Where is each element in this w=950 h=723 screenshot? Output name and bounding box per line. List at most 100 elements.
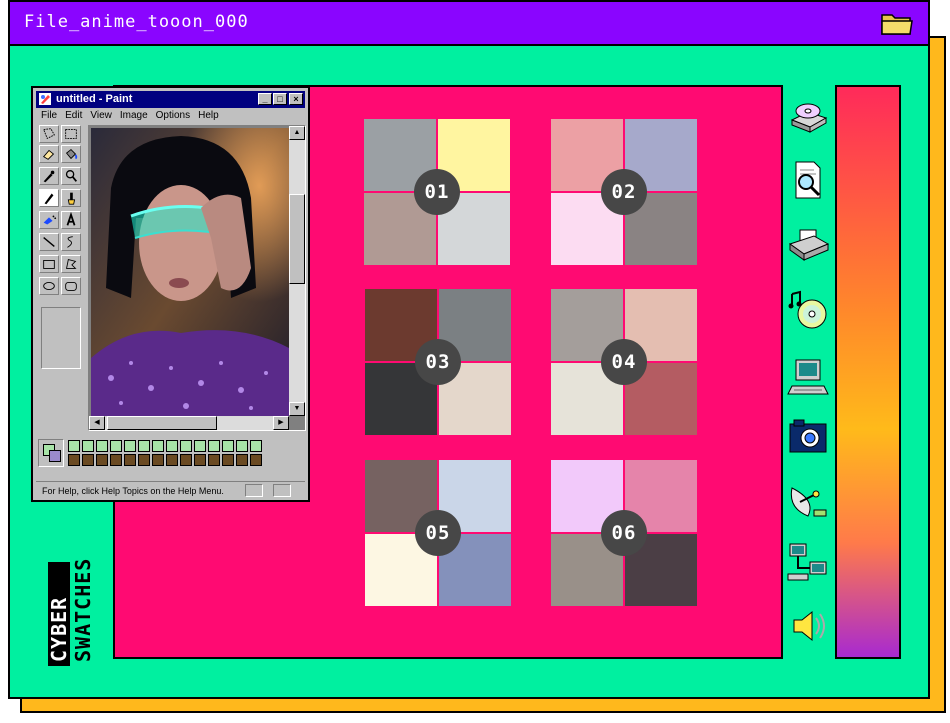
palette-color[interactable] (110, 440, 122, 452)
satellite-dish-icon[interactable] (786, 478, 830, 522)
paint-title-bar[interactable]: untitled - Paint _ □ × (36, 91, 305, 108)
palette-color[interactable] (166, 440, 178, 452)
palette-color[interactable] (82, 454, 94, 466)
palette-color[interactable] (138, 440, 150, 452)
palette-color[interactable] (208, 454, 220, 466)
eraser-icon[interactable] (39, 145, 59, 163)
tool-options-box[interactable] (41, 307, 81, 369)
computer-icon[interactable] (786, 356, 830, 400)
swatch-01[interactable]: 01 (364, 119, 510, 265)
palette-color[interactable] (110, 454, 122, 466)
minimize-button[interactable]: _ (258, 93, 272, 105)
palette-color[interactable] (166, 454, 178, 466)
vertical-scrollbar[interactable]: ▲ ▼ (289, 126, 305, 416)
palette-color[interactable] (96, 440, 108, 452)
scroll-thumb-horizontal[interactable] (107, 416, 217, 430)
palette-color[interactable] (124, 454, 136, 466)
palette-color[interactable] (82, 440, 94, 452)
camera-icon[interactable] (786, 416, 830, 460)
brand-line-2: SWATCHES (71, 558, 95, 662)
palette-color[interactable] (236, 440, 248, 452)
ellipse-tool-icon[interactable] (39, 277, 59, 295)
music-cd-icon[interactable] (786, 288, 830, 332)
paint-canvas[interactable]: ▲ ▼ ◀ ▶ (88, 125, 306, 431)
swatch-06[interactable]: 06 (551, 460, 697, 606)
swatch-number-badge: 02 (601, 169, 647, 215)
document-search-icon[interactable] (786, 158, 830, 202)
speaker-icon[interactable] (786, 604, 830, 648)
pencil-icon[interactable] (39, 189, 59, 207)
palette-color[interactable] (180, 454, 192, 466)
swatch-number-badge: 06 (601, 510, 647, 556)
text-tool-icon[interactable] (61, 211, 81, 229)
palette-color[interactable] (96, 454, 108, 466)
color-palette (38, 439, 268, 469)
swatch-number-badge: 01 (414, 169, 460, 215)
scroll-down-icon[interactable]: ▼ (289, 402, 305, 416)
fill-bucket-icon[interactable] (61, 145, 81, 163)
close-button[interactable]: × (289, 93, 303, 105)
palette-color[interactable] (222, 454, 234, 466)
paint-title: untitled - Paint (56, 93, 133, 105)
cyber-girl-photo (91, 128, 289, 418)
brush-icon[interactable] (61, 189, 81, 207)
swatch-03[interactable]: 03 (365, 289, 511, 435)
palette-color[interactable] (222, 440, 234, 452)
palette-color[interactable] (194, 454, 206, 466)
scroll-thumb[interactable] (289, 194, 305, 284)
scroll-up-icon[interactable]: ▲ (289, 126, 305, 140)
paint-toolbox (39, 125, 85, 295)
menu-edit[interactable]: Edit (65, 110, 82, 121)
free-select-icon[interactable] (39, 125, 59, 143)
folder-icon[interactable] (880, 9, 914, 37)
polygon-tool-icon[interactable] (61, 255, 81, 273)
swatch-05[interactable]: 05 (365, 460, 511, 606)
brand-logo: CYBER SWATCHES (47, 558, 95, 666)
color-picker-icon[interactable] (39, 167, 59, 185)
line-tool-icon[interactable] (39, 233, 59, 251)
menu-view[interactable]: View (90, 110, 112, 121)
menu-options[interactable]: Options (156, 110, 190, 121)
magnifier-icon[interactable] (61, 167, 81, 185)
rectangle-tool-icon[interactable] (39, 255, 59, 273)
status-bar: For Help, click Help Topics on the Help … (36, 481, 305, 499)
cd-drive-icon[interactable] (786, 94, 830, 138)
paint-window[interactable]: untitled - Paint _ □ × File Edit View Image… (31, 86, 310, 502)
palette-color[interactable] (68, 454, 80, 466)
status-panel (245, 484, 263, 497)
rect-select-icon[interactable] (61, 125, 81, 143)
palette-color[interactable] (152, 454, 164, 466)
brand-line-1: CYBER (47, 597, 71, 662)
palette-color[interactable] (236, 454, 248, 466)
swatch-02[interactable]: 02 (551, 119, 697, 265)
palette-color[interactable] (250, 440, 262, 452)
scroll-right-icon[interactable]: ▶ (273, 416, 289, 430)
paint-menu-bar: File Edit View Image Options Help (41, 110, 227, 121)
menu-image[interactable]: Image (120, 110, 148, 121)
airbrush-icon[interactable] (39, 211, 59, 229)
palette-color[interactable] (250, 454, 262, 466)
network-icon[interactable] (786, 540, 830, 584)
curve-tool-icon[interactable] (61, 233, 81, 251)
palette-color[interactable] (208, 440, 220, 452)
printer-icon[interactable] (786, 222, 830, 266)
palette-color[interactable] (138, 454, 150, 466)
paint-app-icon (39, 93, 51, 105)
palette-color[interactable] (152, 440, 164, 452)
palette-color[interactable] (194, 440, 206, 452)
palette-color[interactable] (68, 440, 80, 452)
title-bar[interactable]: File_anime_tooon_000 (10, 2, 928, 46)
swatch-04[interactable]: 04 (551, 289, 697, 435)
palette-color[interactable] (180, 440, 192, 452)
scroll-left-icon[interactable]: ◀ (89, 416, 105, 430)
menu-file[interactable]: File (41, 110, 57, 121)
gradient-sidebar (835, 85, 901, 659)
maximize-button[interactable]: □ (273, 93, 287, 105)
swatch-number-badge: 03 (415, 339, 461, 385)
palette-color[interactable] (124, 440, 136, 452)
current-colors[interactable] (38, 439, 64, 467)
rounded-rect-tool-icon[interactable] (61, 277, 81, 295)
menu-help[interactable]: Help (198, 110, 219, 121)
horizontal-scrollbar[interactable]: ◀ ▶ (89, 416, 289, 430)
window-title: File_anime_tooon_000 (24, 12, 249, 32)
